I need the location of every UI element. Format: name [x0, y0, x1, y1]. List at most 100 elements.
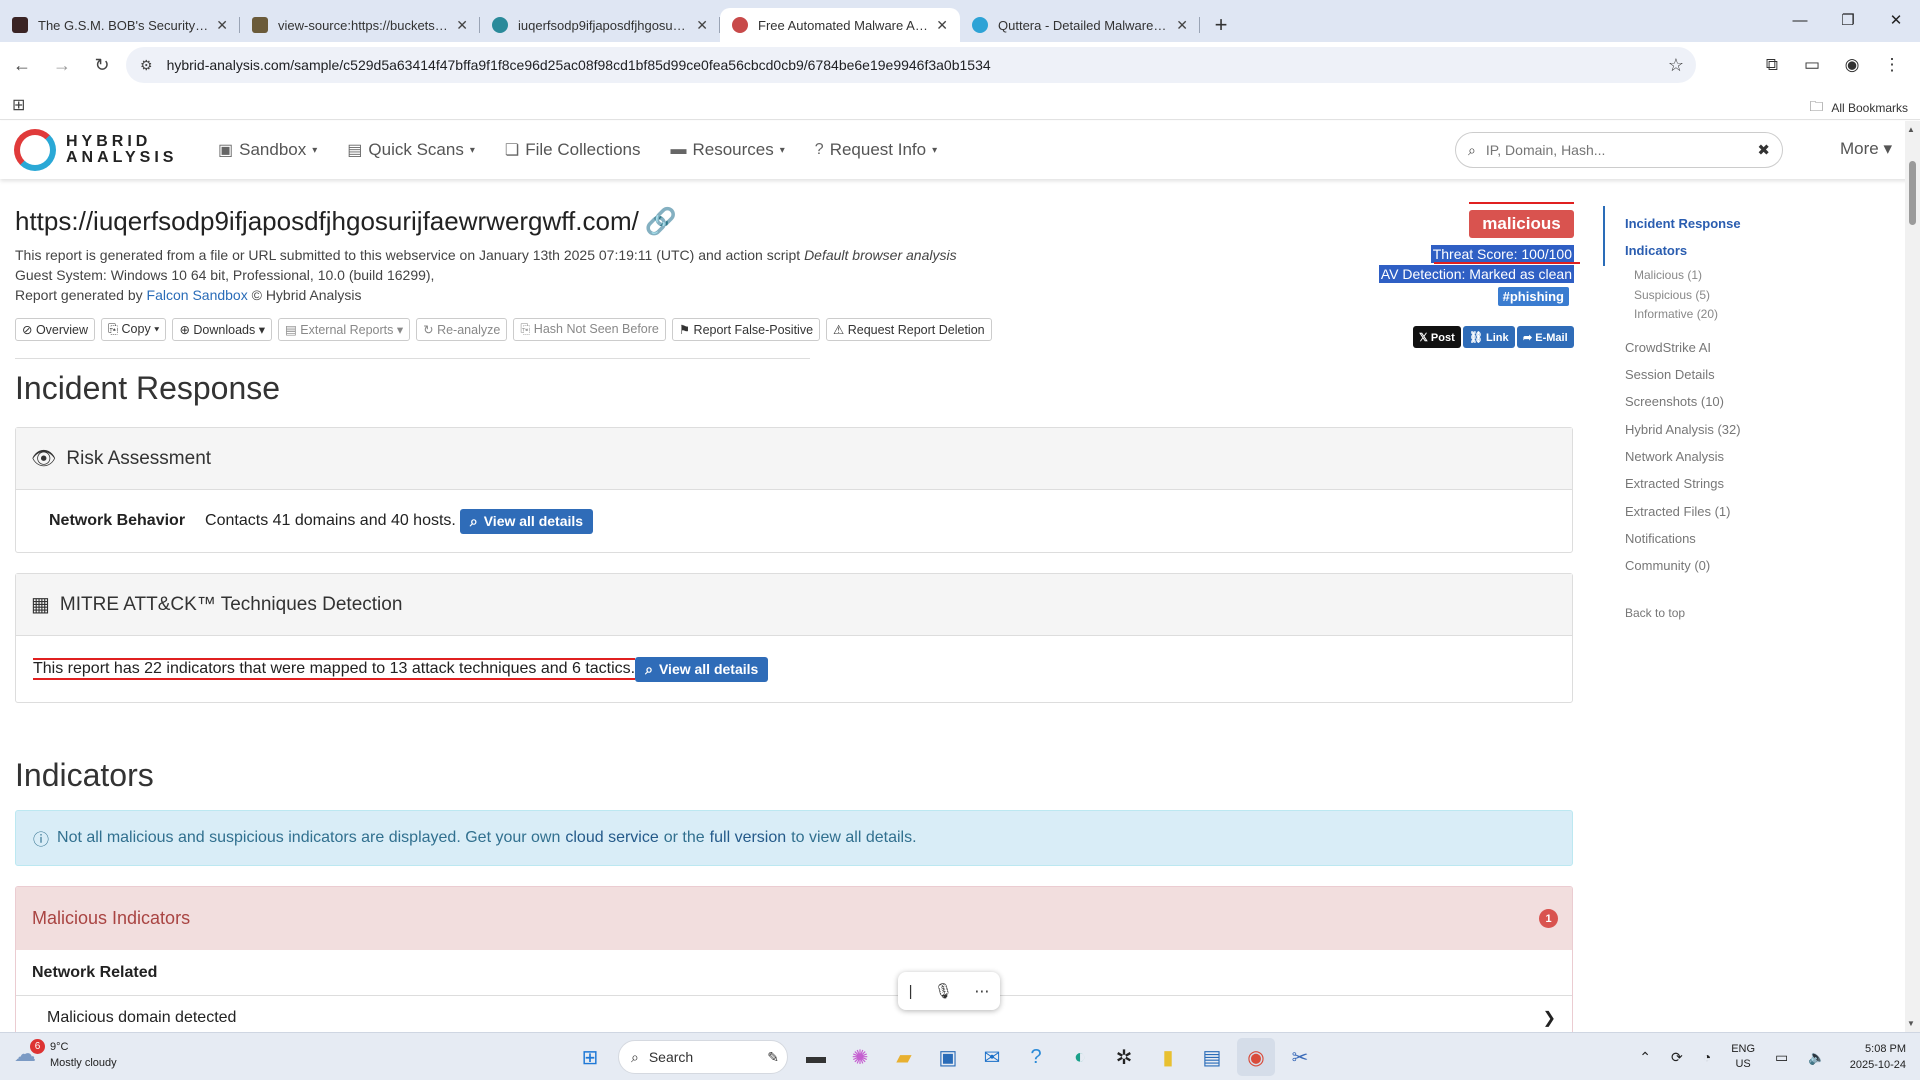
- clock[interactable]: 5:08 PM 2025-10-24: [1850, 1041, 1906, 1073]
- request-deletion-button[interactable]: ⚠ Request Report Deletion: [826, 318, 992, 341]
- edge-icon[interactable]: ◐: [1061, 1038, 1099, 1076]
- scroll-up-arrow-icon[interactable]: ▲: [1907, 125, 1915, 134]
- copilot-icon[interactable]: ✺: [841, 1038, 879, 1076]
- browser-tab-5[interactable]: Quttera - Detailed Malware Sca ✕: [960, 8, 1200, 42]
- chevron-up-icon[interactable]: ⌃: [1639, 1049, 1651, 1066]
- snipping-tool-icon[interactable]: ✂: [1281, 1038, 1319, 1076]
- apps-grid-icon[interactable]: ⊞: [12, 95, 25, 115]
- cast-icon[interactable]: ▭: [1792, 47, 1832, 83]
- url-omnibox[interactable]: ⚙ hybrid-analysis.com/sample/c529d5a6341…: [126, 47, 1696, 83]
- back-arrow-icon[interactable]: ←: [4, 47, 40, 83]
- malicious-indicators-header[interactable]: Malicious Indicators 1: [16, 887, 1572, 950]
- language-indicator[interactable]: ENG US: [1731, 1042, 1755, 1072]
- menu-dots-icon[interactable]: ⋮: [1872, 47, 1912, 83]
- notepad-icon[interactable]: ▤: [1193, 1038, 1231, 1076]
- chevron-down-icon[interactable]: ❯: [1543, 1008, 1556, 1028]
- windows-start-icon[interactable]: ⊞: [571, 1038, 609, 1076]
- share-email-button[interactable]: ➦ E-Mail: [1517, 326, 1574, 348]
- hybrid-analysis-logo[interactable]: HYBRID ANALYSIS: [14, 129, 177, 171]
- minimize-button[interactable]: —: [1776, 0, 1824, 40]
- volume-icon[interactable]: 🔈: [1808, 1049, 1825, 1066]
- sticky-notes-icon[interactable]: ▮: [1149, 1038, 1187, 1076]
- sidenav-extracted-strings[interactable]: Extracted Strings: [1605, 476, 1724, 491]
- view-all-details-button[interactable]: ⌕ View all details: [459, 508, 594, 534]
- sidenav-network-analysis[interactable]: Network Analysis: [1605, 449, 1724, 464]
- forward-arrow-icon[interactable]: →: [44, 47, 80, 83]
- nav-resources[interactable]: ▬ Resources ▾: [670, 140, 784, 160]
- sidenav-malicious[interactable]: Malicious (1): [1605, 268, 1702, 282]
- all-bookmarks-button[interactable]: 🗀 All Bookmarks: [1809, 96, 1908, 120]
- phishing-tag[interactable]: #phishing: [1497, 287, 1569, 306]
- nav-file-collections[interactable]: ❏ File Collections: [505, 140, 641, 160]
- new-tab-button[interactable]: +: [1204, 8, 1238, 42]
- clear-search-icon[interactable]: ✖: [1757, 141, 1770, 159]
- nav-sandbox[interactable]: ▣ Sandbox ▾: [218, 140, 317, 160]
- close-tab-icon[interactable]: ✕: [696, 17, 708, 34]
- close-tab-icon[interactable]: ✕: [456, 17, 468, 34]
- sidenav-incident-response[interactable]: Incident Response: [1605, 216, 1741, 231]
- url-text[interactable]: hybrid-analysis.com/sample/c529d5a63414f…: [167, 57, 991, 73]
- taskbar-search[interactable]: ⌕ Search ✎: [618, 1040, 788, 1074]
- search-input[interactable]: [1485, 142, 1736, 158]
- sidenav-informative[interactable]: Informative (20): [1605, 307, 1718, 321]
- network-icon[interactable]: ▭: [1775, 1049, 1788, 1066]
- more-dots-icon[interactable]: ⋯: [974, 982, 989, 1000]
- bookmark-star-icon[interactable]: ☆: [1668, 55, 1684, 76]
- view-all-details-button[interactable]: ⌕ View all details: [635, 656, 769, 682]
- more-menu[interactable]: More ▾: [1840, 139, 1892, 159]
- profile-icon[interactable]: ◉: [1832, 47, 1872, 83]
- sidenav-notifications[interactable]: Notifications: [1605, 531, 1696, 546]
- app-icon[interactable]: ✲: [1105, 1038, 1143, 1076]
- report-false-positive-button[interactable]: ⚑ Report False-Positive: [671, 318, 821, 341]
- falcon-sandbox-link[interactable]: Falcon Sandbox: [147, 287, 248, 303]
- sidenav-suspicious[interactable]: Suspicious (5): [1605, 288, 1710, 302]
- sidenav-back-to-top[interactable]: Back to top: [1605, 606, 1685, 620]
- sidenav-session-details[interactable]: Session Details: [1605, 367, 1715, 382]
- browser-tab-2[interactable]: view-source:https://bucketsofb ✕: [240, 8, 480, 42]
- extensions-icon[interactable]: ⧉: [1752, 47, 1792, 83]
- sidenav-crowdstrike-ai[interactable]: CrowdStrike AI: [1605, 340, 1711, 355]
- weather-widget[interactable]: ☁ 6 9°C Mostly cloudy: [14, 1039, 117, 1071]
- overview-button[interactable]: ⊘ Overview: [15, 318, 96, 341]
- close-tab-icon[interactable]: ✕: [1176, 17, 1188, 34]
- share-post-button[interactable]: 𝕏 Post: [1413, 326, 1461, 348]
- close-window-button[interactable]: ✕: [1872, 0, 1920, 40]
- scroll-down-arrow-icon[interactable]: ▼: [1907, 1019, 1915, 1028]
- help-icon[interactable]: ?: [1017, 1038, 1055, 1076]
- sidenav-indicators[interactable]: Indicators: [1605, 243, 1687, 258]
- downloads-button[interactable]: ⊕ Downloads ▾: [172, 318, 272, 341]
- link-icon[interactable]: 🔗: [645, 206, 677, 236]
- scrollbar-thumb[interactable]: [1909, 161, 1916, 225]
- restore-button[interactable]: ❐: [1824, 0, 1872, 40]
- external-reports-button[interactable]: ▤ External Reports ▾: [277, 318, 411, 341]
- copy-button[interactable]: ⎘ Copy ▾: [101, 318, 167, 341]
- sidenav-hybrid-analysis[interactable]: Hybrid Analysis (32): [1605, 422, 1741, 437]
- sync-icon[interactable]: ⟳: [1671, 1049, 1683, 1066]
- sidenav-community[interactable]: Community (0): [1605, 558, 1710, 573]
- security-icon[interactable]: ◔: [1703, 1049, 1711, 1065]
- sidenav-screenshots[interactable]: Screenshots (10): [1605, 394, 1724, 409]
- chrome-icon[interactable]: ◉: [1237, 1038, 1275, 1076]
- hash-not-seen-button[interactable]: ⎘ Hash Not Seen Before: [513, 318, 666, 341]
- outlook-icon[interactable]: ✉: [973, 1038, 1011, 1076]
- nav-quick-scans[interactable]: ▤ Quick Scans ▾: [347, 140, 475, 160]
- indicator-row[interactable]: Malicious domain detected ❯: [16, 996, 1572, 1032]
- nav-request-info[interactable]: ? Request Info ▾: [815, 140, 937, 160]
- share-link-button[interactable]: ⛓ Link: [1463, 326, 1515, 348]
- close-tab-icon[interactable]: ✕: [936, 17, 948, 34]
- browser-tab-3[interactable]: iuqerfsodp9ifjaposdfjhgosurijfae ✕: [480, 8, 720, 42]
- close-tab-icon[interactable]: ✕: [216, 17, 228, 34]
- page-scrollbar[interactable]: ▲ ▼: [1905, 121, 1920, 1032]
- task-view-icon[interactable]: ▬: [797, 1038, 835, 1076]
- full-version-link[interactable]: full version: [710, 829, 786, 847]
- drag-handle-icon[interactable]: |: [909, 983, 913, 1000]
- store-icon[interactable]: ▣: [929, 1038, 967, 1076]
- microphone-icon[interactable]: 🎙: [934, 982, 953, 1000]
- reanalyze-button[interactable]: ↻ Re-analyze: [416, 318, 508, 341]
- site-info-icon[interactable]: ⚙: [140, 57, 153, 74]
- sidenav-extracted-files[interactable]: Extracted Files (1): [1605, 504, 1730, 519]
- file-explorer-icon[interactable]: ▰: [885, 1038, 923, 1076]
- browser-tab-4-active[interactable]: Free Automated Malware Analy ✕: [720, 8, 960, 42]
- cloud-service-link[interactable]: cloud service: [565, 829, 658, 847]
- reload-icon[interactable]: ↻: [84, 47, 120, 83]
